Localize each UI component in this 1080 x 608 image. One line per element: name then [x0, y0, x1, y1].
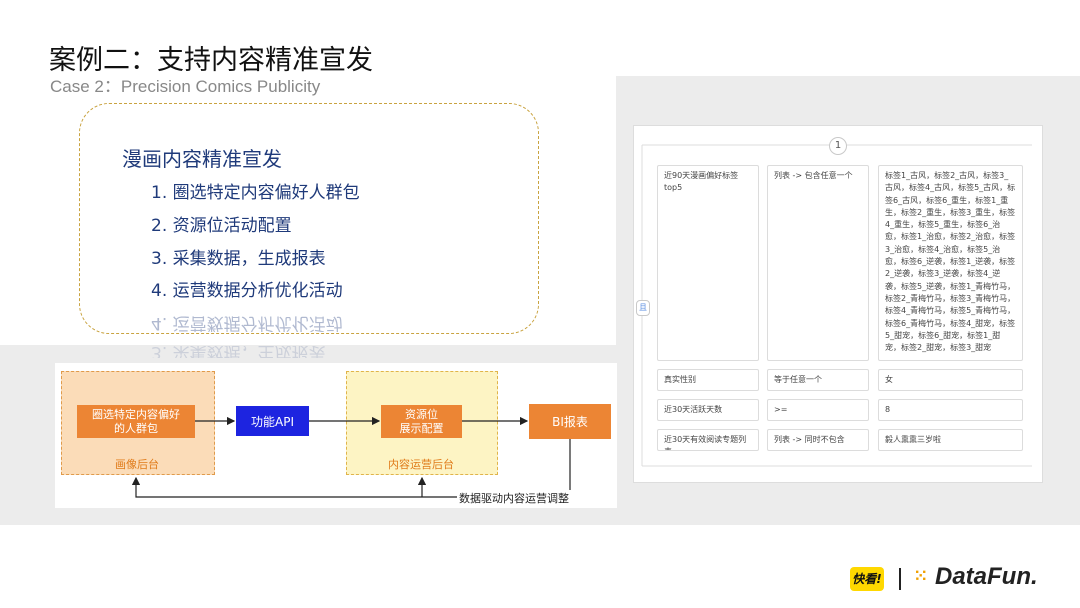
condition-value-cell[interactable]: 标签1_古风，标签2_古风，标签3_古风，标签4_古风，标签5_古风，标签6_古…	[878, 165, 1023, 361]
condition-group-number: 1	[829, 137, 847, 155]
condition-field-cell[interactable]: 近30天活跃天数	[657, 399, 759, 421]
condition-field-cell[interactable]: 真实性别	[657, 369, 759, 391]
datafun-logo: DataFun.	[935, 563, 1038, 590]
condition-operator-cell[interactable]: >=	[767, 399, 869, 421]
condition-field-cell[interactable]: 近90天漫画偏好标签top5	[657, 165, 759, 361]
condition-operator-cell[interactable]: 列表 -> 同时不包含	[767, 429, 869, 451]
logo-divider	[899, 568, 901, 590]
condition-operator-cell[interactable]: 等于任意一个	[767, 369, 869, 391]
condition-operator-cell[interactable]: 列表 -> 包含任意一个	[767, 165, 869, 361]
datafun-mark-icon: ⁙	[914, 566, 928, 585]
condition-value-cell[interactable]: 毅人熏熏三岁啦	[878, 429, 1023, 451]
condition-field-cell[interactable]: 近30天有效阅读专题列表	[657, 429, 759, 451]
condition-value-cell[interactable]: 女	[878, 369, 1023, 391]
kuaikan-logo: 快看!	[850, 567, 884, 591]
condition-value-cell[interactable]: 8	[878, 399, 1023, 421]
and-operator-marker[interactable]: 且	[636, 300, 650, 316]
